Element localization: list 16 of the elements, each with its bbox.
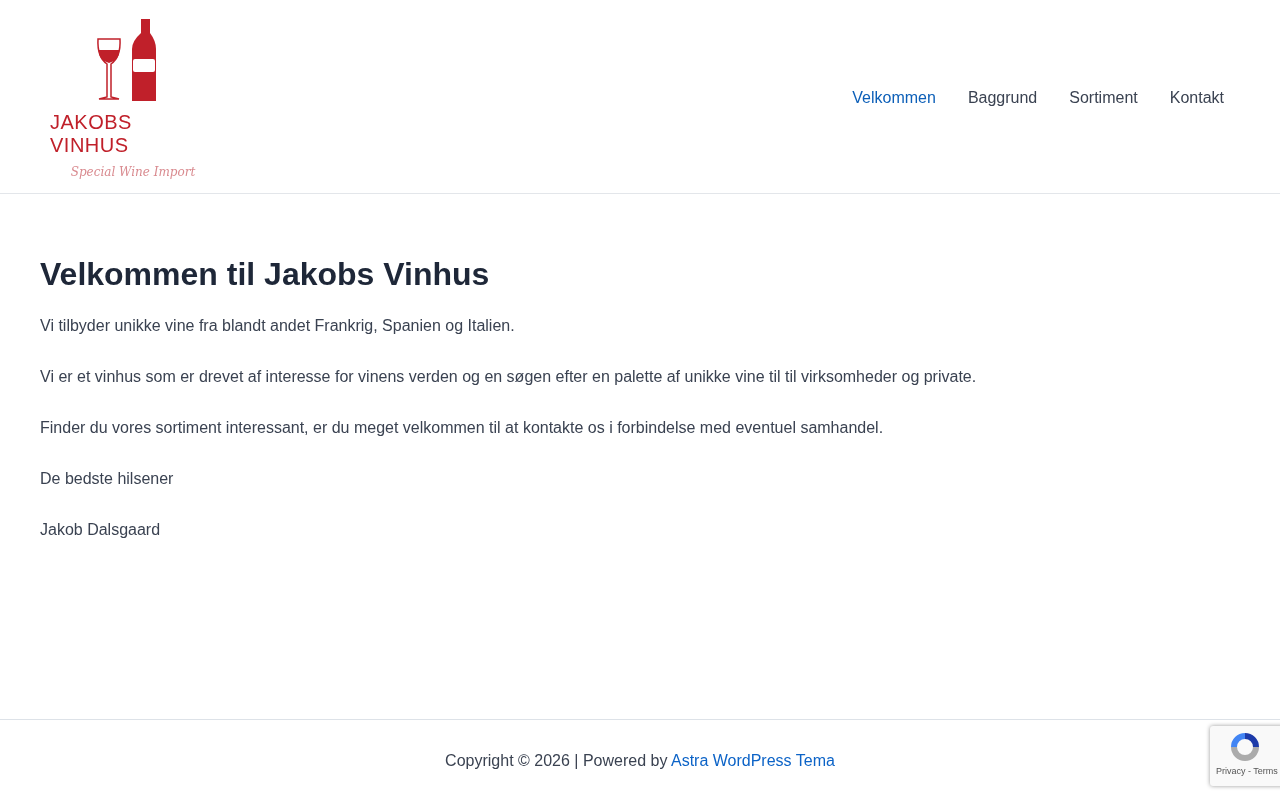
copyright-text: Copyright © 2026 | Powered by Astra WordPress Tema <box>445 750 835 771</box>
logo-tagline: Special Wine Import <box>70 164 196 179</box>
nav-link[interactable]: Kontakt <box>1153 88 1240 107</box>
body-text: Vi er et vinhus som er drevet af interesse for vinens verden og en søgen efter en palette af unikke vine til til virksomheder og private. <box>40 367 978 387</box>
nav-link[interactable]: Velkommen <box>836 88 952 107</box>
body-text: Finder du vores sortiment interessant, er du meget velkommen til at kontakte os i forbindelse med eventuel samhandel. <box>40 418 885 438</box>
logo-text: JAKOBS VINHUS <box>50 110 133 157</box>
page-heading: Velkommen til Jakobs Vinhus <box>40 255 491 294</box>
nav-link[interactable]: Sortiment <box>1053 88 1154 107</box>
body-text: Vi tilbyder unikke vine fra blandt andet Frankrig, Spanien og Italien. <box>40 316 516 336</box>
body-text: De bedste hilsener <box>40 469 175 489</box>
recaptcha-links[interactable]: Privacy - Terms <box>1216 766 1278 776</box>
nav-link[interactable]: Baggrund <box>951 88 1054 107</box>
body-text: Jakob Dalsgaard <box>40 520 162 540</box>
recaptcha-icon <box>1228 730 1262 764</box>
theme-link[interactable]: Astra WordPress Tema <box>670 751 835 769</box>
